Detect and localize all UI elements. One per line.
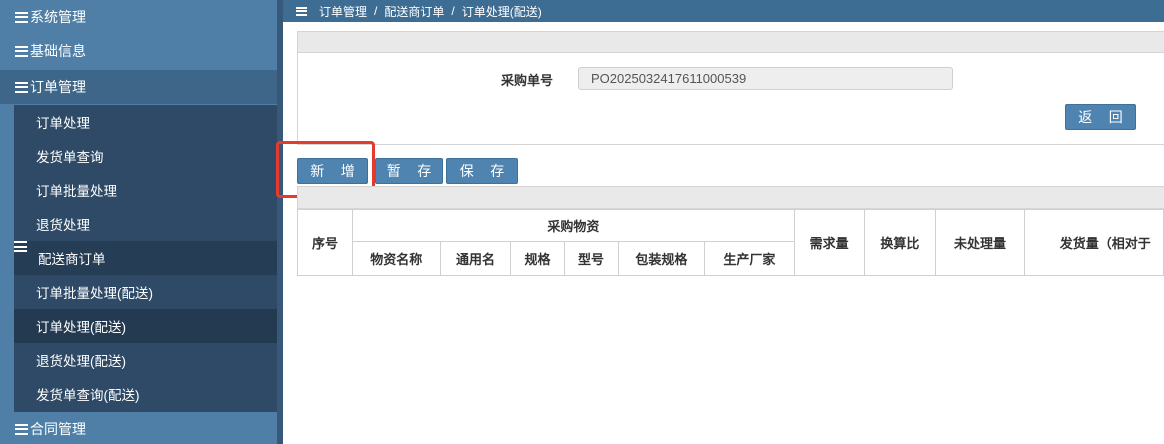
list-icon bbox=[15, 81, 28, 93]
sidebar-item-label: 发货单查询 bbox=[36, 150, 104, 165]
sidebar-item-order-process[interactable]: 订单处理 bbox=[14, 105, 277, 139]
sidebar-item-basic-info[interactable]: 基础信息 bbox=[0, 34, 277, 68]
po-number-field[interactable] bbox=[578, 67, 953, 90]
sidebar-item-distributor-orders[interactable]: 配送商订单 bbox=[14, 241, 277, 275]
breadcrumb-item-current: 订单处理(配送) bbox=[461, 4, 542, 19]
column-header-ratio: 换算比 bbox=[863, 209, 937, 276]
sidebar-item-label: 合同管理 bbox=[30, 421, 86, 437]
sidebar-item-shipment-query[interactable]: 发货单查询 bbox=[14, 139, 277, 173]
breadcrumb-separator: / bbox=[451, 4, 455, 18]
sidebar-item-shipment-query-distribution[interactable]: 发货单查询(配送) bbox=[14, 377, 277, 411]
sidebar-item-returns-distribution[interactable]: 退货处理(配送) bbox=[14, 343, 277, 377]
order-submenu: 订单处理 发货单查询 订单批量处理 退货处理 配送商订单 订单批量处理(配送) … bbox=[14, 105, 277, 412]
column-header-spec: 规格 bbox=[510, 241, 565, 276]
save-button[interactable]: 保 存 bbox=[446, 158, 518, 184]
column-header-model: 型号 bbox=[563, 241, 619, 276]
sidebar-divider bbox=[277, 0, 283, 444]
list-icon bbox=[15, 45, 28, 57]
column-group-header: 采购物资 bbox=[352, 209, 795, 242]
sidebar-item-contract[interactable]: 合同管理 bbox=[0, 412, 277, 444]
sidebar: 系统管理 基础信息 订单管理 订单处理 发货单查询 订单批量处理 退货处理 配送… bbox=[0, 0, 283, 444]
column-header-ship-qty: 发货量（相对于 bbox=[1023, 209, 1164, 276]
menu-icon[interactable] bbox=[296, 6, 307, 16]
column-header-demand: 需求量 bbox=[793, 209, 865, 276]
breadcrumb-item[interactable]: 订单管理 bbox=[319, 3, 367, 20]
column-header-name: 物资名称 bbox=[352, 241, 441, 276]
sidebar-item-label: 订单批量处理(配送) bbox=[36, 286, 153, 301]
sidebar-item-label: 订单处理 bbox=[36, 116, 90, 131]
list-icon bbox=[15, 11, 28, 23]
sidebar-item-label: 订单处理(配送) bbox=[36, 320, 126, 335]
sidebar-item-label: 配送商订单 bbox=[38, 252, 106, 267]
breadcrumb-item[interactable]: 配送商订单 bbox=[384, 3, 444, 20]
sidebar-item-label: 系统管理 bbox=[30, 9, 86, 25]
sidebar-item-label: 基础信息 bbox=[30, 43, 86, 59]
sidebar-item-order-batch[interactable]: 订单批量处理 bbox=[14, 173, 277, 207]
sidebar-item-label: 订单管理 bbox=[30, 79, 86, 95]
column-header-unprocessed: 未处理量 bbox=[935, 209, 1025, 276]
column-header-package: 包装规格 bbox=[617, 241, 706, 276]
breadcrumb: 订单管理 / 配送商订单 / 订单处理(配送) bbox=[283, 0, 1164, 22]
sidebar-item-order-batch-distribution[interactable]: 订单批量处理(配送) bbox=[14, 275, 277, 309]
column-header-seq: 序号 bbox=[296, 209, 354, 276]
sidebar-item-label: 发货单查询(配送) bbox=[36, 388, 140, 403]
temp-save-button[interactable]: 暂 存 bbox=[375, 158, 443, 184]
table-toolbar bbox=[297, 186, 1164, 209]
sidebar-item-system[interactable]: 系统管理 bbox=[0, 0, 277, 34]
po-number-label: 采购单号 bbox=[501, 73, 554, 88]
items-table: 序号 采购物资 需求量 换算比 未处理量 发货量（相对于 物资名称 通用名 规格… bbox=[296, 209, 1164, 276]
sidebar-item-label: 退货处理 bbox=[36, 218, 90, 233]
back-button[interactable]: 返 回 bbox=[1065, 104, 1136, 130]
sidebar-item-returns[interactable]: 退货处理 bbox=[14, 207, 277, 241]
sidebar-item-order-management[interactable]: 订单管理 bbox=[0, 70, 277, 104]
list-icon bbox=[15, 423, 28, 435]
sidebar-item-order-process-distribution[interactable]: 订单处理(配送) bbox=[14, 309, 277, 343]
breadcrumb-separator: / bbox=[374, 4, 378, 18]
panel-header bbox=[297, 31, 1164, 53]
column-header-generic: 通用名 bbox=[439, 241, 512, 276]
column-header-maker: 生产厂家 bbox=[704, 241, 795, 276]
sidebar-item-label: 退货处理(配送) bbox=[36, 354, 126, 369]
sidebar-item-label: 订单批量处理 bbox=[36, 184, 117, 199]
